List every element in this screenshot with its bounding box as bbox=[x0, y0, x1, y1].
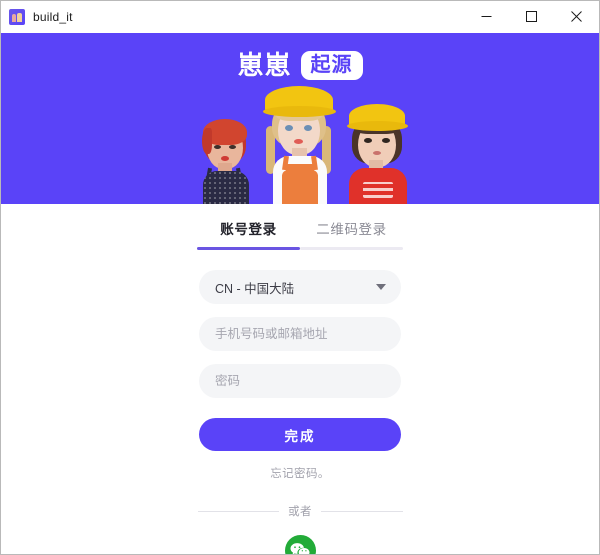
divider-line-left bbox=[197, 510, 280, 512]
avatar-character-right bbox=[341, 104, 415, 204]
maximize-button[interactable] bbox=[509, 1, 554, 32]
tab-underline-active bbox=[197, 247, 300, 250]
title-bar: build_it bbox=[1, 1, 599, 33]
minimize-icon bbox=[481, 16, 492, 17]
divider-label: 或者 bbox=[288, 506, 312, 518]
avatar-character-left bbox=[191, 118, 261, 204]
minimize-button[interactable] bbox=[464, 1, 509, 32]
wechat-icon bbox=[290, 543, 310, 554]
close-button[interactable] bbox=[554, 1, 599, 32]
title-bar-left: build_it bbox=[1, 8, 464, 25]
divider: 或者 bbox=[197, 503, 403, 519]
tab-qrcode-login[interactable]: 二维码登录 bbox=[300, 218, 403, 247]
wechat-login-button[interactable] bbox=[284, 535, 316, 554]
chevron-down-icon bbox=[376, 284, 386, 290]
password-input[interactable] bbox=[215, 374, 385, 388]
tab-account-login[interactable]: 账号登录 bbox=[197, 218, 300, 247]
tab-underline-row bbox=[197, 247, 403, 250]
hero-banner: 崽崽 起源 bbox=[1, 33, 599, 204]
account-field[interactable] bbox=[199, 317, 401, 351]
login-form: 账号登录 二维码登录 CN - 中国大陆 完成 忘记密码。 或者 bbox=[1, 204, 599, 554]
account-input[interactable] bbox=[215, 327, 385, 341]
divider-line-right bbox=[320, 510, 403, 512]
avatar-character-center bbox=[253, 86, 349, 204]
window-title: build_it bbox=[33, 9, 73, 24]
avatar-illustration bbox=[185, 86, 415, 204]
app-logo-icon bbox=[9, 8, 25, 25]
brand-logo-badge: 起源 bbox=[300, 50, 363, 80]
brand-logo: 崽崽 起源 bbox=[1, 50, 599, 80]
forgot-password-link[interactable]: 忘记密码。 bbox=[270, 465, 330, 481]
tab-underline-inactive bbox=[300, 247, 403, 250]
country-select-value: CN - 中国大陆 bbox=[215, 281, 295, 296]
window-controls bbox=[464, 1, 599, 32]
close-icon bbox=[571, 11, 582, 22]
maximize-icon bbox=[526, 11, 537, 22]
country-select[interactable]: CN - 中国大陆 bbox=[199, 270, 401, 304]
password-field[interactable] bbox=[199, 364, 401, 398]
brand-logo-text: 崽崽 bbox=[237, 50, 292, 80]
login-tabs: 账号登录 二维码登录 bbox=[197, 218, 403, 247]
app-window: build_it 崽崽 起源 账号登录 二维码登录 CN - 中国大陆 手机号码… bbox=[0, 0, 600, 555]
submit-button[interactable]: 完成 bbox=[199, 418, 401, 451]
